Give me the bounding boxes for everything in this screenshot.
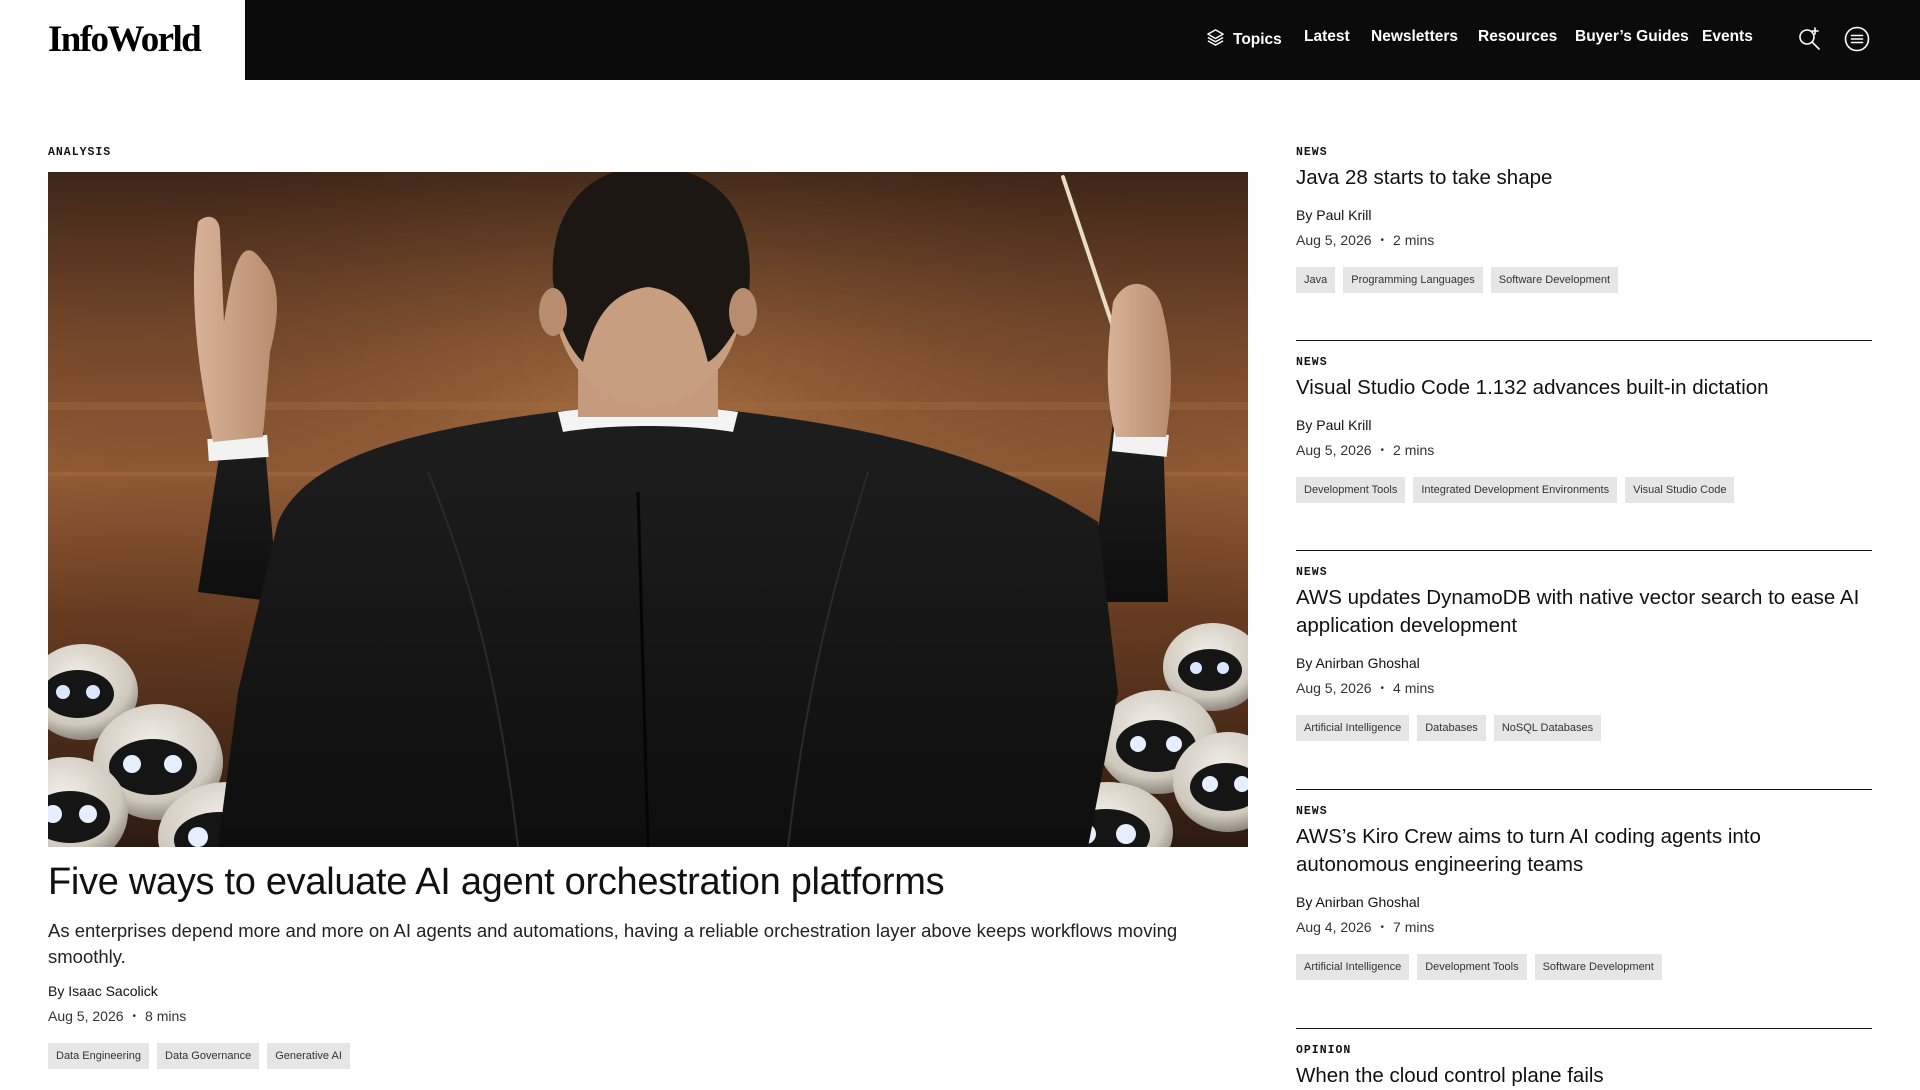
tag[interactable]: NoSQL Databases [1493, 715, 1602, 741]
nav-events[interactable]: Events [1702, 28, 1753, 46]
story-meta: Aug 5, 2026 • 2 mins [1296, 232, 1434, 248]
article-tags: Data Engineering Data Governance Generat… [48, 1043, 350, 1069]
story-meta: Aug 5, 2026 • 2 mins [1296, 442, 1434, 458]
tag[interactable]: Data Engineering [48, 1043, 150, 1069]
hero-illustration [48, 172, 1248, 847]
story-meta: Aug 4, 2026 • 7 mins [1296, 919, 1434, 935]
nav-latest[interactable]: Latest [1304, 28, 1350, 46]
menu-icon[interactable] [1843, 25, 1871, 53]
nav-topics[interactable]: Topics [1206, 28, 1282, 52]
separator-dot: • [132, 1010, 137, 1022]
article-kicker: ANALYSIS [48, 146, 112, 159]
tag[interactable]: Databases [1417, 715, 1486, 741]
story-date: Aug 5, 2026 [1296, 442, 1372, 458]
featured-image[interactable] [48, 172, 1248, 847]
article-byline[interactable]: By Isaac Sacolick [48, 983, 158, 999]
tag[interactable]: Visual Studio Code [1625, 477, 1735, 503]
tag[interactable]: Software Development [1490, 267, 1619, 293]
article-read-time: 8 mins [145, 1008, 187, 1024]
site-header: InfoWorld Topics Latest Newsletters Reso… [0, 0, 1920, 80]
article-title[interactable]: Five ways to evaluate AI agent orchestra… [48, 860, 1248, 906]
article-date: Aug 5, 2026 [48, 1008, 124, 1024]
tag[interactable]: Development Tools [1296, 477, 1406, 503]
divider [1296, 789, 1872, 790]
site-logo[interactable]: InfoWorld [48, 18, 202, 61]
story-kicker: NEWS [1296, 356, 1328, 369]
tag[interactable]: Artificial Intelligence [1296, 954, 1410, 980]
story-tags: Artificial Intelligence Databases NoSQL … [1296, 715, 1602, 741]
story-read-time: 2 mins [1393, 232, 1435, 248]
nav-resources[interactable]: Resources [1478, 28, 1557, 46]
tag[interactable]: Java [1296, 267, 1336, 293]
story-title[interactable]: Java 28 starts to take shape [1296, 164, 1872, 192]
story-date: Aug 4, 2026 [1296, 919, 1372, 935]
story-tags: Java Programming Languages Software Deve… [1296, 267, 1619, 293]
story-read-time: 2 mins [1393, 442, 1435, 458]
story-title[interactable]: AWS updates DynamoDB with native vector … [1296, 584, 1872, 640]
tag[interactable]: Artificial Intelligence [1296, 715, 1410, 741]
story-read-time: 4 mins [1393, 680, 1435, 696]
tag[interactable]: Generative AI [267, 1043, 350, 1069]
story-title[interactable]: When the cloud control plane fails [1296, 1062, 1872, 1090]
story-date: Aug 5, 2026 [1296, 232, 1372, 248]
tag[interactable]: Software Development [1534, 954, 1662, 980]
divider [1296, 550, 1872, 551]
nav-topics-label: Topics [1233, 31, 1282, 48]
tag[interactable]: Development Tools [1417, 954, 1527, 980]
article-summary: As enterprises depend more and more on A… [48, 920, 1178, 967]
nav-newsletters[interactable]: Newsletters [1371, 28, 1458, 46]
story-title[interactable]: Visual Studio Code 1.132 advances built-… [1296, 374, 1872, 402]
divider [1296, 340, 1872, 341]
tag[interactable]: Integrated Development Environments [1413, 477, 1618, 503]
article-meta: Aug 5, 2026 • 8 mins [48, 1008, 186, 1024]
story-kicker: OPINION [1296, 1044, 1352, 1057]
separator-dot: • [1380, 921, 1385, 933]
separator-dot: • [1380, 682, 1385, 694]
nav-buyers-guides[interactable]: Buyer’s Guides [1575, 28, 1689, 46]
story-tags: Development Tools Integrated Development… [1296, 477, 1735, 503]
story-meta: Aug 5, 2026 • 4 mins [1296, 680, 1434, 696]
tag[interactable]: Programming Languages [1343, 267, 1483, 293]
story-kicker: NEWS [1296, 566, 1328, 579]
story-byline[interactable]: By Anirban Ghoshal [1296, 894, 1420, 910]
separator-dot: • [1380, 444, 1385, 456]
story-byline[interactable]: By Anirban Ghoshal [1296, 655, 1420, 671]
tag[interactable]: Data Governance [157, 1043, 260, 1069]
story-title[interactable]: AWS’s Kiro Crew aims to turn AI coding a… [1296, 823, 1872, 879]
story-byline[interactable]: By Paul Krill [1296, 207, 1371, 223]
search-sparkle-icon[interactable] [1796, 25, 1824, 53]
story-tags: Artificial Intelligence Development Tool… [1296, 954, 1662, 980]
story-date: Aug 5, 2026 [1296, 680, 1372, 696]
logo-container[interactable]: InfoWorld [0, 0, 245, 80]
story-kicker: NEWS [1296, 146, 1328, 159]
story-kicker: NEWS [1296, 805, 1328, 818]
layers-icon [1206, 28, 1225, 52]
story-byline[interactable]: By Paul Krill [1296, 417, 1371, 433]
divider [1296, 1028, 1872, 1029]
separator-dot: • [1380, 234, 1385, 246]
story-read-time: 7 mins [1393, 919, 1435, 935]
